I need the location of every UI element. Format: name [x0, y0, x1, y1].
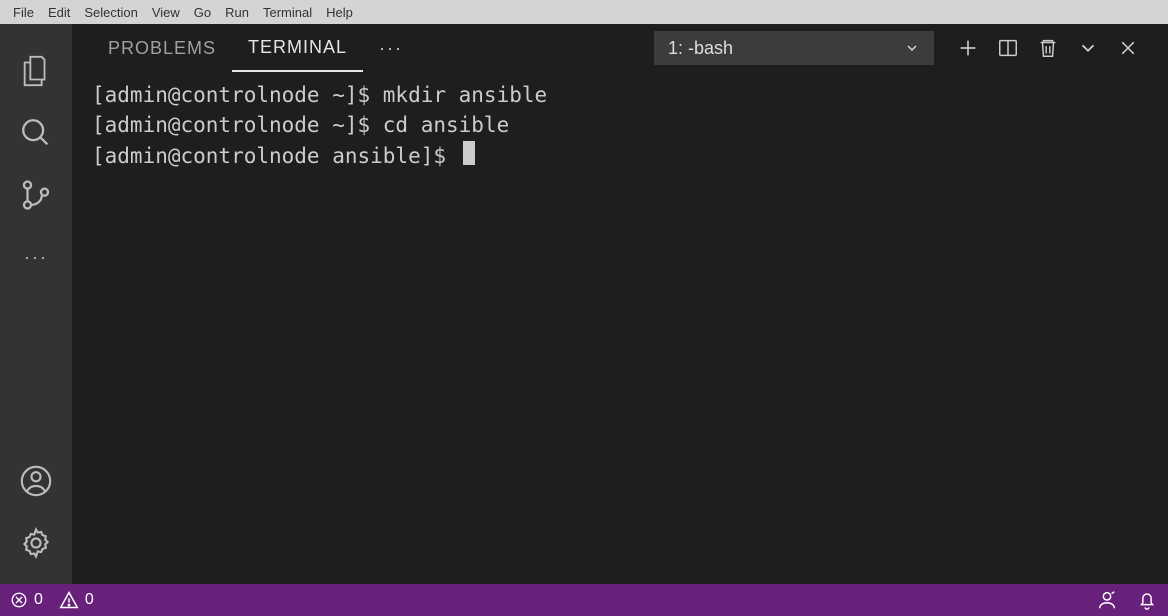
- menu-item-file[interactable]: File: [6, 5, 41, 20]
- search-icon[interactable]: [17, 114, 55, 152]
- status-errors-count: 0: [34, 591, 43, 609]
- terminal-selector[interactable]: 1: -bash: [654, 31, 934, 65]
- error-icon: [10, 591, 28, 609]
- terminal-line: [admin@controlnode ansible]$: [92, 144, 459, 168]
- activity-overflow-icon[interactable]: ···: [24, 238, 48, 276]
- menu-item-selection[interactable]: Selection: [77, 5, 144, 20]
- split-terminal-button[interactable]: [988, 28, 1028, 68]
- terminal-output[interactable]: [admin@controlnode ~]$ mkdir ansible [ad…: [72, 72, 1168, 584]
- new-terminal-button[interactable]: [948, 28, 988, 68]
- status-bar: 0 0: [0, 584, 1168, 616]
- terminal-cursor: [463, 141, 475, 165]
- panel-tabs: PROBLEMS TERMINAL ··· 1: -bash: [72, 24, 1168, 72]
- menu-item-run[interactable]: Run: [218, 5, 256, 20]
- account-icon[interactable]: [17, 462, 55, 500]
- status-warnings[interactable]: 0: [59, 590, 94, 610]
- source-control-icon[interactable]: [17, 176, 55, 214]
- menu-bar: File Edit Selection View Go Run Terminal…: [0, 0, 1168, 24]
- menu-item-view[interactable]: View: [145, 5, 187, 20]
- panel-area: PROBLEMS TERMINAL ··· 1: -bash: [72, 24, 1168, 584]
- status-warnings-count: 0: [85, 591, 94, 609]
- close-panel-button[interactable]: [1108, 28, 1148, 68]
- feedback-icon[interactable]: [1096, 589, 1118, 611]
- terminal-line: [admin@controlnode ~]$ cd ansible: [92, 113, 509, 137]
- terminal-line: [admin@controlnode ~]$ mkdir ansible: [92, 83, 547, 107]
- settings-gear-icon[interactable]: [17, 524, 55, 562]
- warning-icon: [59, 590, 79, 610]
- menu-item-terminal[interactable]: Terminal: [256, 5, 319, 20]
- chevron-down-icon: [904, 40, 920, 56]
- activity-bar: ···: [0, 24, 72, 584]
- maximize-panel-button[interactable]: [1068, 28, 1108, 68]
- files-icon[interactable]: [17, 52, 55, 90]
- tab-overflow-icon[interactable]: ···: [379, 38, 403, 59]
- terminal-selector-label: 1: -bash: [668, 38, 733, 59]
- kill-terminal-button[interactable]: [1028, 28, 1068, 68]
- menu-item-go[interactable]: Go: [187, 5, 218, 20]
- tab-problems[interactable]: PROBLEMS: [92, 24, 232, 72]
- tab-terminal[interactable]: TERMINAL: [232, 24, 363, 72]
- notifications-bell-icon[interactable]: [1136, 589, 1158, 611]
- menu-item-help[interactable]: Help: [319, 5, 360, 20]
- status-errors[interactable]: 0: [10, 591, 43, 609]
- menu-item-edit[interactable]: Edit: [41, 5, 77, 20]
